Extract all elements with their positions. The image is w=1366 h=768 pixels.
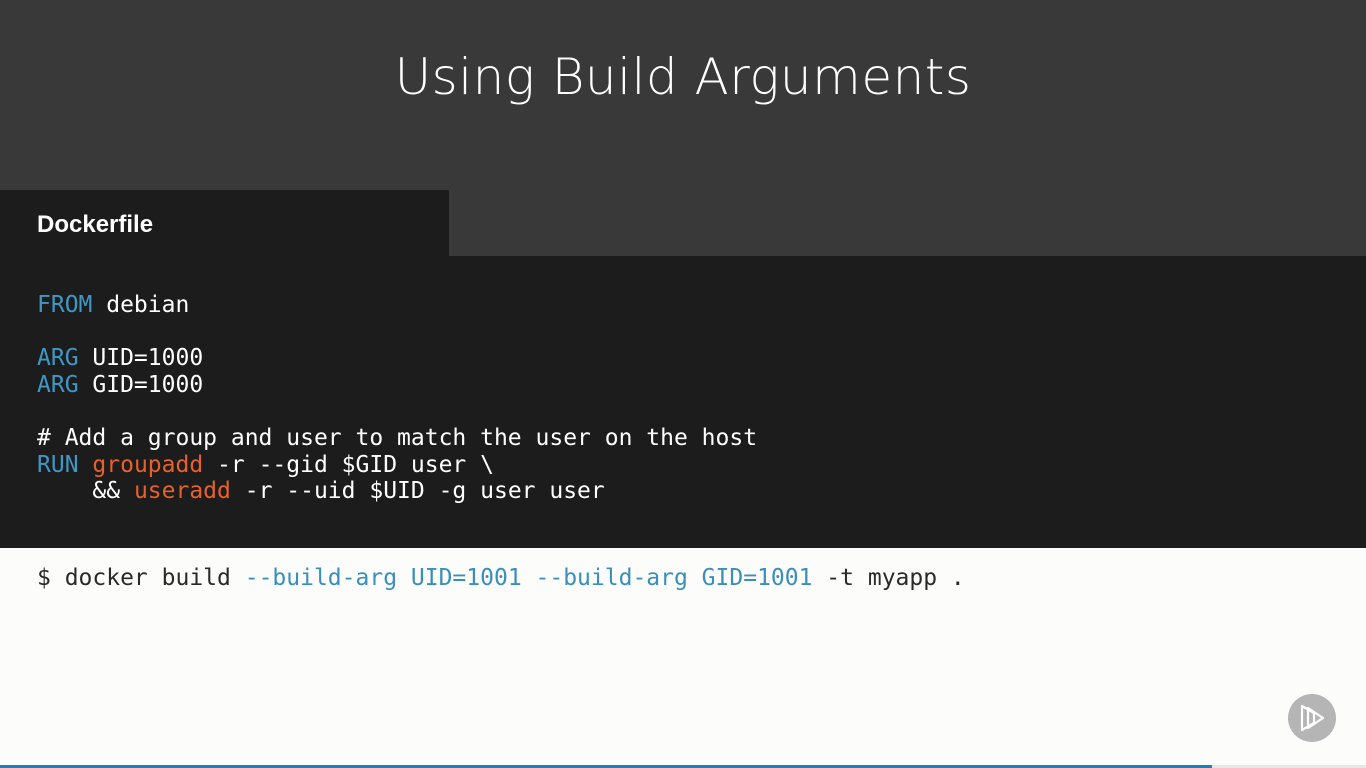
keyword: FROM [37, 292, 93, 318]
play-icon [1300, 704, 1325, 732]
code-line: ARG UID=1000 [37, 345, 757, 372]
code-text: debian [92, 292, 190, 318]
command: useradd [133, 478, 231, 505]
slide-title: Using Build Arguments [394, 48, 972, 106]
terminal-flags: --build-arg UID=1001 --build-arg GID=100… [244, 565, 813, 591]
code-text: -r --uid $UID -g user user [230, 478, 605, 505]
dockerfile-code: FROM debian ARG UID=1000 ARG GID=1000 # Add… [37, 292, 757, 505]
code-line: FROM debian [37, 292, 757, 319]
code-text: GID=1000 [78, 371, 204, 398]
terminal-command: $ docker build --build-arg UID=1001 --bu… [37, 565, 965, 591]
file-tab-label: Dockerfile [37, 211, 154, 238]
terminal-rest: -t myapp . [812, 565, 965, 591]
code-comment: # Add a group and user to match the user… [37, 424, 758, 451]
code-line: && useradd -r --uid $UID -g user user [37, 478, 757, 505]
code-line: # Add a group and user to match the user… [37, 425, 757, 452]
code-line: ARG GID=1000 [37, 372, 757, 399]
play-button[interactable] [1288, 694, 1336, 742]
keyword: RUN [37, 451, 79, 478]
code-text: UID=1000 [78, 345, 204, 372]
code-text: && [37, 478, 134, 505]
keyword: ARG [37, 345, 79, 372]
code-line: RUN groupadd -r --gid $GID user \ [37, 452, 757, 479]
code-text: -r --gid $GID user \ [203, 451, 494, 478]
keyword: ARG [37, 371, 79, 398]
command: groupadd [92, 451, 204, 478]
terminal-prompt: $ docker build [37, 565, 245, 591]
